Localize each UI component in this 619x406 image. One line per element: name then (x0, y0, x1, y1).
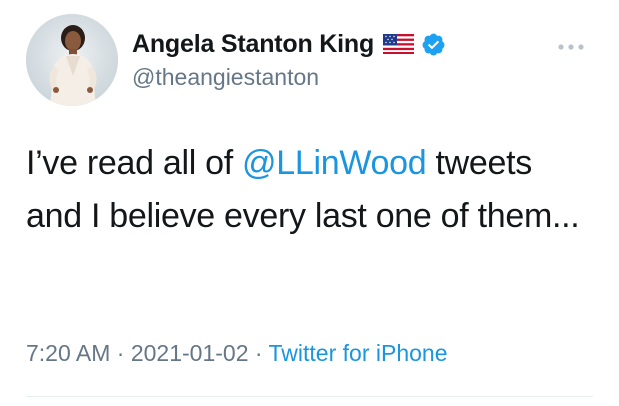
verified-badge-icon (421, 32, 446, 57)
us-flag-icon (383, 34, 415, 54)
tweet-source[interactable]: Twitter for iPhone (269, 340, 448, 366)
tweet-text-start: I’ve read all of (26, 144, 243, 182)
more-options-icon[interactable] (557, 38, 585, 50)
mention-link[interactable]: @LLinWood (242, 144, 427, 182)
tweet-card: Angela Stanton King @theangiestanton I’v… (0, 0, 619, 406)
meta-separator: · (248, 340, 269, 366)
tweet-time[interactable]: 7:20 AM (26, 340, 110, 366)
tweet-text: I’ve read all of @LLinWood tweets and I … (26, 137, 586, 243)
display-name[interactable]: Angela Stanton King (132, 30, 374, 59)
author-header: Angela Stanton King @theangiestanton (132, 27, 446, 91)
name-row: Angela Stanton King (132, 27, 446, 61)
avatar[interactable] (26, 14, 118, 106)
tweet-meta: 7:20 AM · 2021-01-02 · Twitter for iPhon… (26, 340, 448, 367)
divider (26, 396, 593, 397)
meta-separator: · (110, 340, 131, 366)
handle[interactable]: @theangiestanton (132, 64, 446, 91)
tweet-date[interactable]: 2021-01-02 (131, 340, 249, 366)
